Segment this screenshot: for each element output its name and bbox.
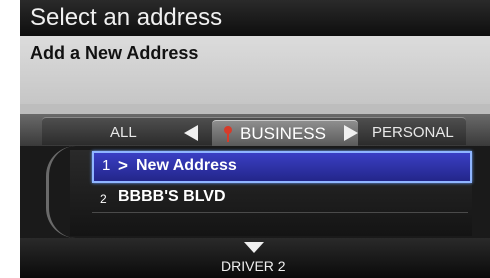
item-label: BBBB'S BLVD	[118, 188, 226, 205]
tab-business-label: BUSINESS	[240, 124, 326, 143]
screen-title: Select an address	[30, 4, 223, 31]
driver-label: DRIVER 2	[221, 258, 286, 274]
nav-screen: Select an address Add a New Address ALL …	[0, 0, 490, 278]
item-label: New Address	[136, 157, 237, 174]
footer-bar: DRIVER 2	[20, 238, 490, 278]
subtitle-panel: Add a New Address	[20, 36, 490, 104]
add-new-address-heading: Add a New Address	[30, 43, 199, 63]
separator-panel	[20, 104, 490, 114]
triangle-down-icon[interactable]	[244, 242, 264, 253]
category-tabs: ALL BUSINESS PERSONAL	[20, 114, 490, 146]
chevron-right-icon: >	[118, 156, 128, 175]
map-pin-icon	[224, 126, 232, 142]
item-number: 2	[100, 192, 107, 206]
tab-all[interactable]: ALL	[110, 124, 137, 141]
tab-strip: ALL BUSINESS PERSONAL	[42, 117, 466, 146]
list-item-new-address[interactable]: 1 > New Address	[92, 151, 472, 183]
item-number: 1	[102, 157, 111, 174]
triangle-left-icon[interactable]	[184, 125, 198, 141]
address-list: 1 > New Address 2 BBBB'S BLVD	[20, 146, 490, 238]
title-bar: Select an address	[20, 0, 490, 36]
triangle-right-icon[interactable]	[344, 125, 358, 141]
list-item-address[interactable]: 2 BBBB'S BLVD	[92, 184, 468, 213]
tab-business[interactable]: BUSINESS	[212, 120, 358, 146]
tab-personal[interactable]: PERSONAL	[372, 124, 454, 141]
